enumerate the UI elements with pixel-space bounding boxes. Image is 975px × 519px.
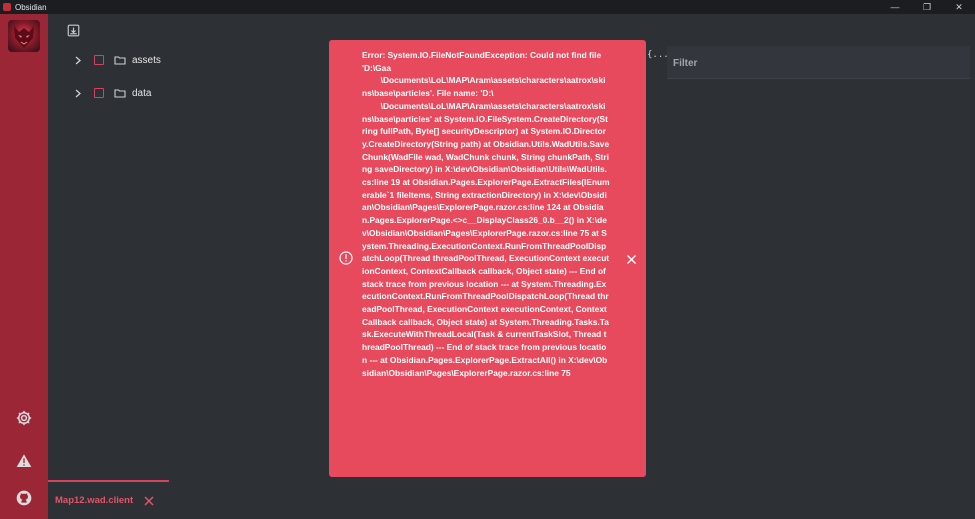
error-toast: Error: System.IO.FileNotFoundException: … (329, 40, 646, 477)
sidebar (0, 14, 48, 519)
folder-icon (114, 88, 126, 98)
close-window-button[interactable]: ✕ (943, 0, 975, 14)
filter-panel (667, 46, 970, 79)
tree-item-label: data (132, 87, 152, 99)
tree-item-label: assets (132, 54, 161, 66)
window-controls: — ❐ ✕ (879, 0, 975, 14)
tab-label[interactable]: Map12.wad.client (55, 495, 133, 506)
error-message: Error: System.IO.FileNotFoundException: … (362, 50, 610, 378)
tree-item-assets[interactable]: assets (72, 52, 161, 68)
app-title: Obsidian (15, 2, 47, 12)
save-archive-icon[interactable] (66, 23, 80, 37)
folder-icon (114, 55, 126, 65)
minimize-button[interactable]: — (879, 0, 911, 14)
close-tab-icon[interactable] (143, 495, 155, 507)
github-icon[interactable] (14, 488, 34, 508)
chevron-right-icon[interactable] (72, 56, 84, 65)
wad-tab[interactable]: Map12.wad.client (48, 480, 169, 519)
warning-icon[interactable] (14, 451, 34, 471)
error-circle-icon (339, 251, 353, 265)
title-bar: Obsidian — ❐ ✕ (0, 0, 975, 14)
close-toast-icon[interactable] (626, 252, 638, 264)
tree-item-data[interactable]: data (72, 85, 151, 101)
settings-gear-icon[interactable] (14, 408, 34, 428)
maximize-button[interactable]: ❐ (911, 0, 943, 14)
app-logo-small-icon (3, 3, 11, 11)
checkbox[interactable] (94, 55, 104, 65)
filter-input[interactable] (673, 55, 953, 71)
checkbox[interactable] (94, 88, 104, 98)
chevron-right-icon[interactable] (72, 89, 84, 98)
app-logo-icon (8, 20, 40, 52)
